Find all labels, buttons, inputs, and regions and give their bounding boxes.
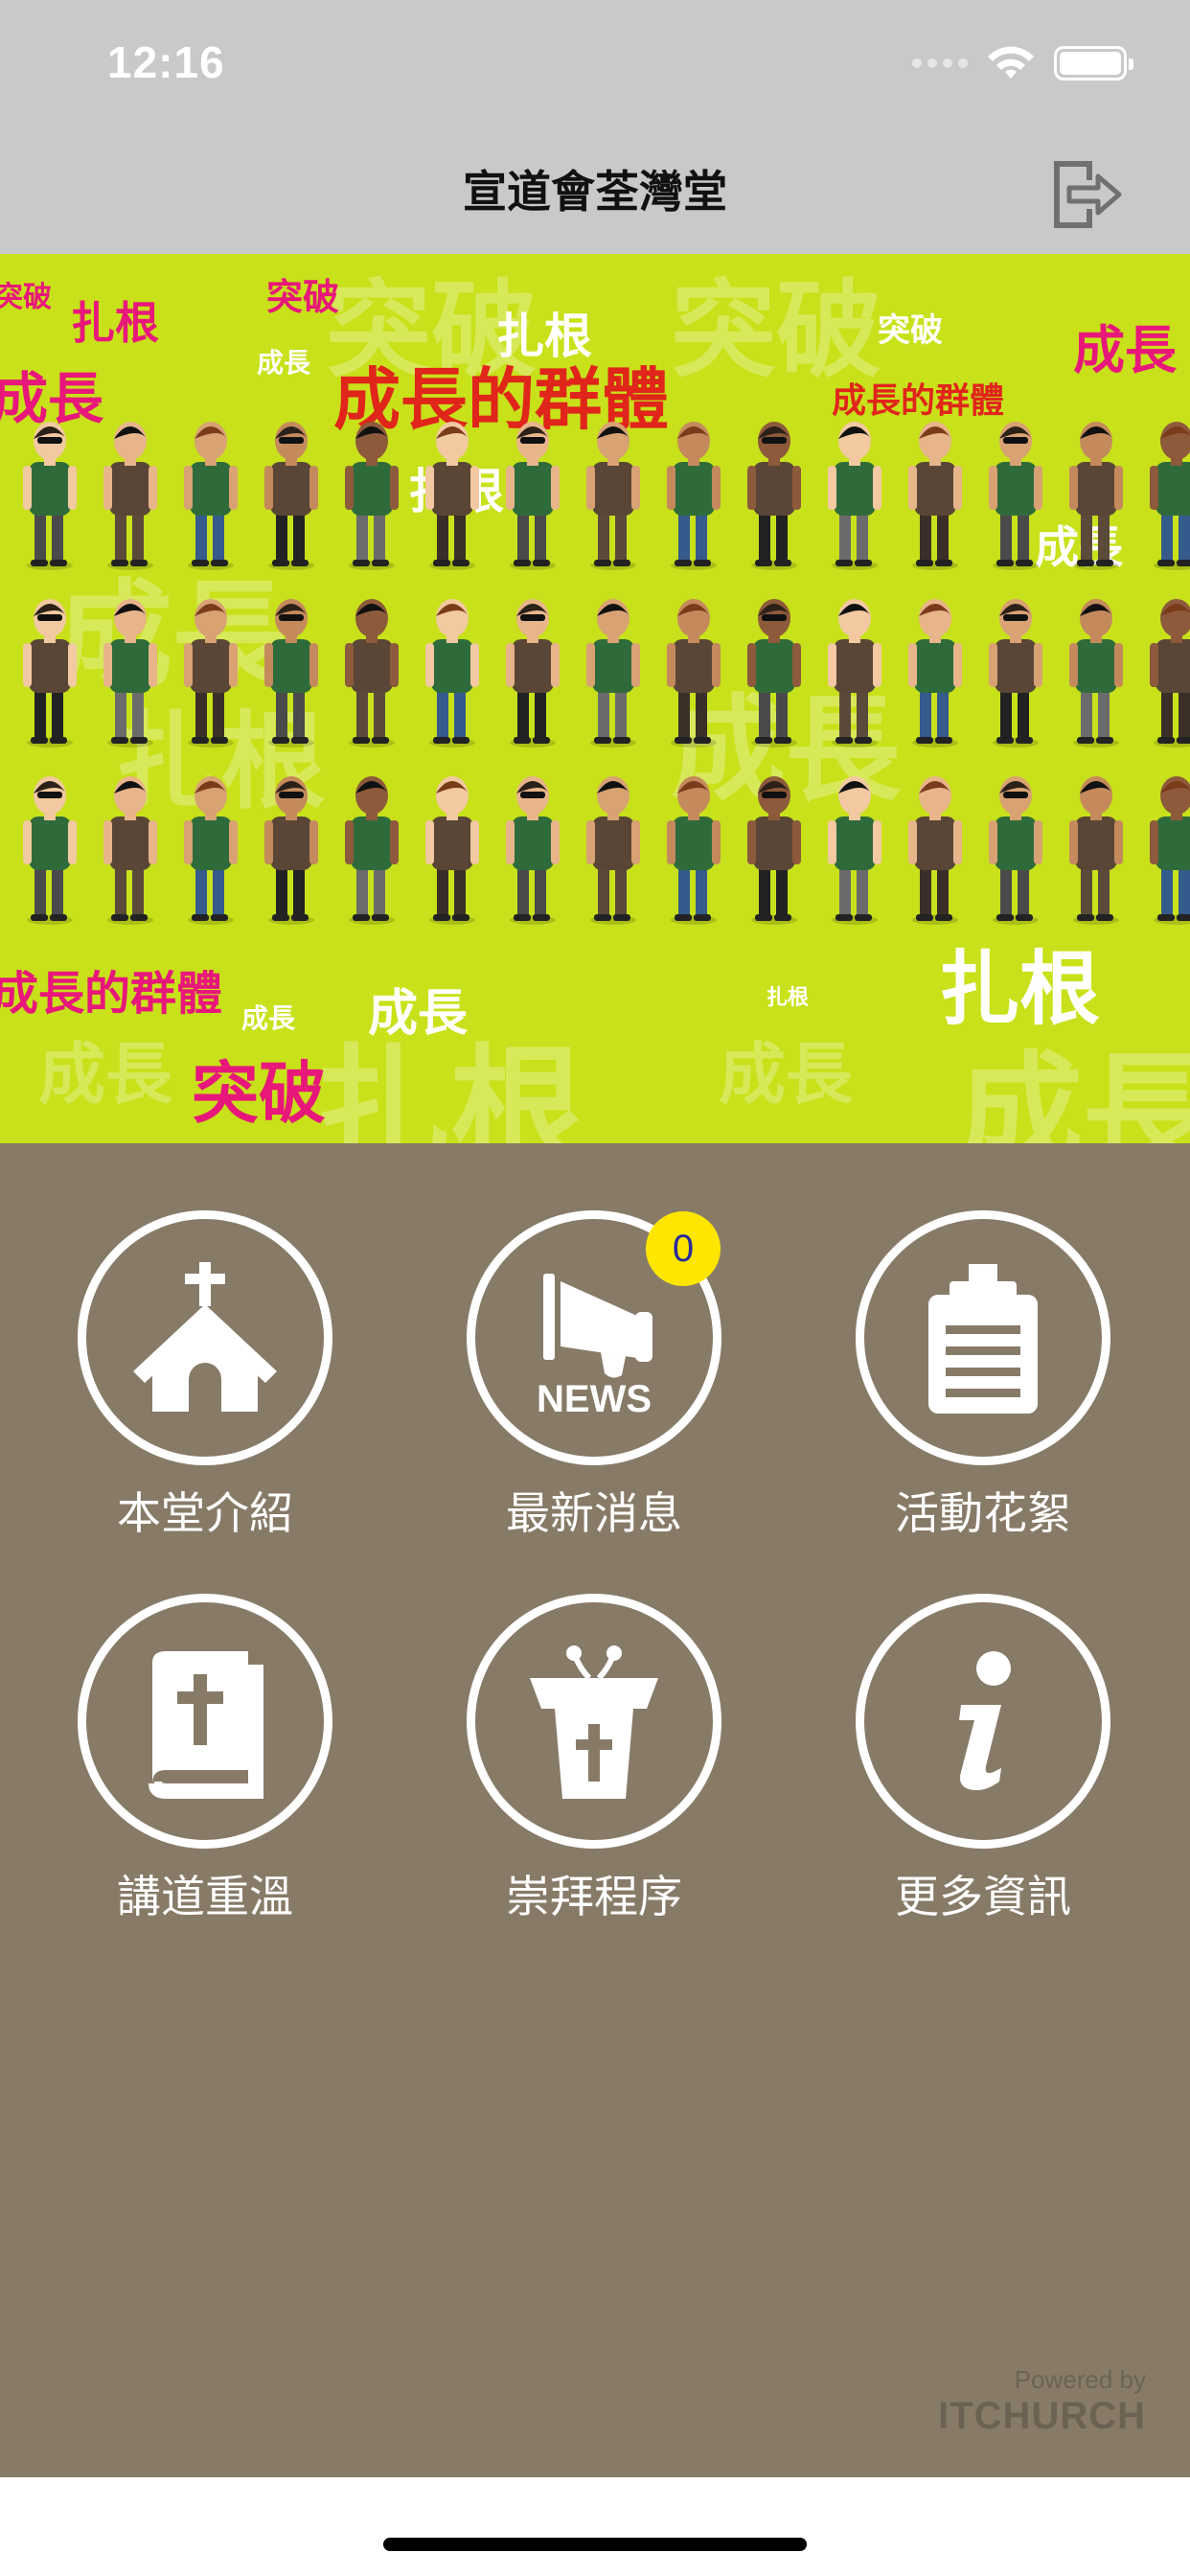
person-figure <box>1069 422 1123 570</box>
person-figure <box>828 599 881 748</box>
wifi-icon <box>988 46 1034 79</box>
menu-circle[interactable] <box>78 1594 332 1849</box>
menu-label: 更多資訊 <box>895 1871 1071 1922</box>
signal-icon <box>912 58 968 68</box>
info-icon <box>959 1651 1011 1790</box>
clipboard-icon <box>928 1264 1038 1414</box>
news-count-badge: 0 <box>646 1211 721 1286</box>
menu-label: 講道重溫 <box>117 1871 293 1922</box>
menu-item-activities[interactable]: 活動花絮 <box>839 1210 1127 1539</box>
person-figure <box>103 422 157 570</box>
person-figure <box>908 599 962 748</box>
person-figure <box>345 599 399 748</box>
person-figure <box>23 599 77 748</box>
person-figure <box>184 776 238 925</box>
menu-label: 崇拜程序 <box>506 1871 682 1922</box>
person-figure <box>184 422 238 570</box>
church-icon <box>133 1262 277 1412</box>
bible-icon <box>149 1651 263 1799</box>
person-figure <box>184 599 238 748</box>
person-figure <box>747 422 801 570</box>
home-indicator[interactable] <box>383 2538 807 2551</box>
person-figure <box>264 776 318 925</box>
person-figure <box>586 776 640 925</box>
menu-label: 本堂介紹 <box>117 1487 293 1539</box>
person-figure <box>989 422 1042 570</box>
person-figure <box>103 599 157 748</box>
page-title: 宣道會荃灣堂 <box>463 166 727 218</box>
person-figure <box>828 776 881 925</box>
hero-banner: 突破 突破 成長 成長 扎根 扎根 成長 成長 成長 突破 扎根 突破 成長 成… <box>0 254 1190 1143</box>
person-figure <box>264 599 318 748</box>
person-figure <box>264 422 318 570</box>
person-figure <box>506 422 560 570</box>
person-figure <box>989 776 1042 925</box>
person-figure <box>667 422 721 570</box>
person-figure <box>345 776 399 925</box>
menu-circle[interactable] <box>856 1210 1110 1465</box>
person-figure <box>23 422 77 570</box>
status-time: 12:16 <box>107 37 225 87</box>
battery-icon <box>1054 46 1133 80</box>
person-figure <box>908 776 962 925</box>
svg-text:NEWS: NEWS <box>537 1378 652 1419</box>
person-figure <box>345 422 399 570</box>
person-figure <box>506 599 560 748</box>
menu-item-news[interactable]: NEWS 0 最新消息 <box>450 1210 738 1539</box>
menu-grid: 本堂介紹 NEWS 0 最新消息 活動花絮 講道重溫 崇拜程序 更多資訊 Pow… <box>0 1143 1190 2477</box>
people-illustration <box>23 422 1190 925</box>
powered-by: Powered by ITCHURCH <box>938 2365 1146 2438</box>
menu-item-about[interactable]: 本堂介紹 <box>61 1210 349 1539</box>
menu-circle[interactable] <box>467 1594 721 1849</box>
person-figure <box>1150 422 1190 570</box>
person-figure <box>747 776 801 925</box>
news-megaphone-icon: NEWS <box>537 1274 652 1419</box>
person-figure <box>667 599 721 748</box>
person-figure <box>103 776 157 925</box>
menu-label: 活動花絮 <box>895 1487 1071 1539</box>
menu-item-sermons[interactable]: 講道重溫 <box>61 1594 349 1922</box>
person-figure <box>667 776 721 925</box>
person-figure <box>23 776 77 925</box>
person-figure <box>828 422 881 570</box>
person-figure <box>1150 776 1190 925</box>
person-figure <box>989 599 1042 748</box>
person-figure <box>1150 599 1190 748</box>
logout-icon[interactable] <box>1046 155 1123 234</box>
person-figure <box>425 776 479 925</box>
powered-by-text: Powered by <box>1014 2365 1146 2394</box>
menu-circle[interactable]: NEWS 0 <box>467 1210 721 1465</box>
person-figure <box>586 422 640 570</box>
person-figure <box>747 599 801 748</box>
person-figure <box>506 776 560 925</box>
menu-circle[interactable] <box>78 1210 332 1465</box>
menu-item-more-info[interactable]: 更多資訊 <box>839 1594 1127 1922</box>
person-figure <box>586 599 640 748</box>
brand-logo: ITCHURCH <box>938 2395 1146 2437</box>
pulpit-icon <box>530 1645 658 1799</box>
menu-circle[interactable] <box>856 1594 1110 1849</box>
menu-item-worship[interactable]: 崇拜程序 <box>450 1594 738 1922</box>
menu-label: 最新消息 <box>506 1487 682 1539</box>
person-figure <box>425 599 479 748</box>
person-figure <box>908 422 962 570</box>
person-figure <box>1069 776 1123 925</box>
top-bar: 12:16 宣道會荃灣堂 <box>0 0 1190 254</box>
person-figure <box>425 422 479 570</box>
bottom-area <box>0 2477 1190 2576</box>
status-icons <box>912 44 1133 82</box>
person-figure <box>1069 599 1123 748</box>
